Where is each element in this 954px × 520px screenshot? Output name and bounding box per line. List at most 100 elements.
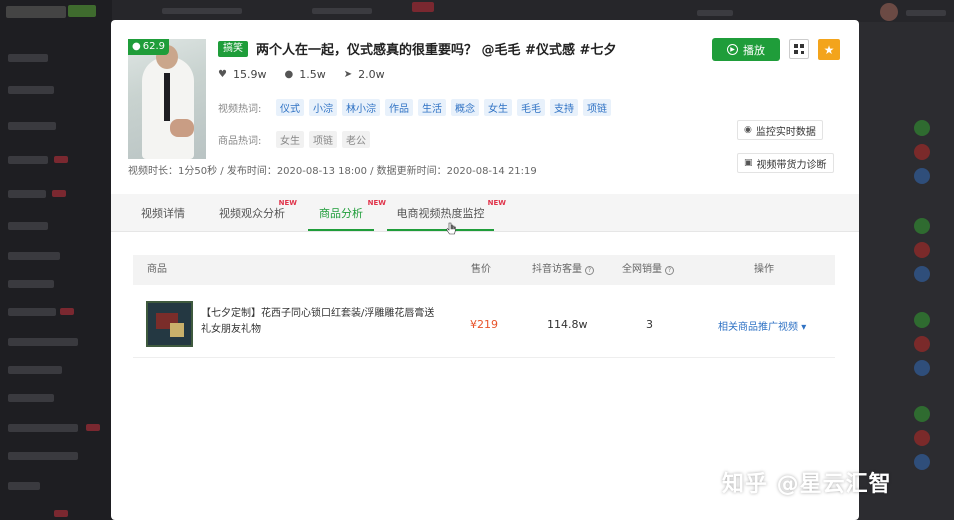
video-keyword[interactable]: 概念 bbox=[451, 99, 479, 116]
score-value: 62.9 bbox=[142, 41, 165, 52]
background-topbar-text bbox=[312, 8, 372, 14]
help-icon[interactable]: ? bbox=[585, 265, 594, 275]
comments-value: 1.5w bbox=[299, 68, 326, 81]
tab-ecommerce-heat-monitor[interactable]: 电商视频热度监控 NEW bbox=[387, 194, 506, 232]
background-nav-item bbox=[8, 482, 40, 490]
monitor-realtime-button[interactable]: ◉ 监控实时数据 bbox=[737, 120, 823, 140]
background-nav-item bbox=[8, 394, 54, 402]
score-badge: ● 62.9 bbox=[128, 39, 169, 55]
heart-icon: ♥ bbox=[218, 69, 227, 80]
watermark: 知乎 @星云汇智 bbox=[722, 472, 892, 497]
diagnose-button[interactable]: ▣ 视频带货力诊断 bbox=[737, 153, 834, 173]
video-keywords-row: 视频热词: 仪式 小淙 林小淙 作品 生活 概念 女生 毛毛 支持 项链 bbox=[218, 99, 616, 116]
tab-label: 电商视频热度监控 bbox=[396, 207, 485, 220]
tab-video-details[interactable]: 视频详情 bbox=[141, 194, 185, 232]
background-nav-item bbox=[8, 156, 48, 164]
thumbnail-product-lipstick bbox=[170, 323, 184, 337]
video-keyword[interactable]: 支持 bbox=[550, 99, 578, 116]
background-right-panel bbox=[860, 22, 954, 520]
video-stats: ♥ 15.9w ● 1.5w ➤ 2.0w bbox=[218, 68, 385, 81]
background-nav-tag bbox=[54, 510, 68, 517]
qr-code-icon bbox=[794, 44, 804, 54]
product-sales: 3 bbox=[646, 318, 653, 331]
background-nav-item bbox=[8, 452, 78, 460]
background-nav-item bbox=[8, 308, 56, 316]
background-nav-tag bbox=[60, 308, 74, 315]
background-nav-item bbox=[8, 338, 78, 346]
video-meta-line: 视频时长：1分50秒 / 发布时间：2020-08-13 18:00 / 数据更… bbox=[128, 166, 537, 177]
header-sales[interactable]: 全网销量 ? bbox=[622, 255, 674, 285]
header-actions: 操作 bbox=[754, 264, 774, 275]
background-nav-item bbox=[8, 122, 56, 130]
monitor-icon: ◉ bbox=[744, 125, 752, 135]
background-logo bbox=[6, 6, 66, 18]
video-keyword[interactable]: 毛毛 bbox=[517, 99, 545, 116]
background-dot bbox=[914, 218, 930, 234]
tab-product-analysis[interactable]: 商品分析 NEW bbox=[308, 194, 386, 232]
hover-tab-underline bbox=[387, 229, 494, 231]
fire-icon: ● bbox=[132, 41, 141, 52]
product-price: ¥219 bbox=[470, 318, 498, 331]
background-nav-item bbox=[8, 366, 62, 374]
monitor-button-label: 监控实时数据 bbox=[755, 126, 816, 138]
category-tag: 搞笑 bbox=[218, 41, 248, 57]
tab-label: 商品分析 bbox=[319, 207, 363, 220]
play-icon: ▶ bbox=[727, 44, 738, 55]
background-nav-item bbox=[8, 54, 48, 62]
background-nav-item bbox=[8, 190, 46, 198]
product-keyword[interactable]: 老公 bbox=[342, 131, 370, 148]
background-logo-badge bbox=[68, 5, 96, 17]
related-promo-videos-link[interactable]: 相关商品推广视频 ▾ bbox=[718, 318, 806, 333]
background-topbar-text bbox=[162, 8, 242, 14]
video-cover[interactable] bbox=[128, 39, 206, 159]
background-dot bbox=[914, 120, 930, 136]
header-sales-label: 全网销量 bbox=[622, 264, 662, 275]
video-keyword[interactable]: 女生 bbox=[484, 99, 512, 116]
play-button[interactable]: ▶ 播放 bbox=[712, 38, 780, 61]
product-visits: 114.8w bbox=[547, 318, 588, 331]
video-keyword[interactable]: 项链 bbox=[583, 99, 611, 116]
video-keyword[interactable]: 仪式 bbox=[276, 99, 304, 116]
background-nav-tag bbox=[52, 190, 66, 197]
header-product: 商品 bbox=[147, 264, 167, 275]
background-dot bbox=[914, 430, 930, 446]
product-keywords-row: 商品热词: 女生 项链 老公 bbox=[218, 131, 375, 148]
background-dot bbox=[914, 312, 930, 328]
help-icon[interactable]: ? bbox=[665, 265, 674, 275]
background-nav-item bbox=[8, 280, 54, 288]
detail-tabs: 视频详情 视频观众分析 NEW 商品分析 NEW 电商视频热度监控 NEW bbox=[111, 194, 859, 232]
video-keyword[interactable]: 作品 bbox=[385, 99, 413, 116]
header-visits-label: 抖音访客量 bbox=[532, 264, 582, 275]
chevron-down-icon: ▾ bbox=[801, 322, 807, 333]
background-nav-item bbox=[8, 222, 48, 230]
shares-value: 2.0w bbox=[358, 68, 385, 81]
tab-label: 视频详情 bbox=[141, 207, 185, 220]
video-keyword[interactable]: 林小淙 bbox=[342, 99, 380, 116]
new-badge: NEW bbox=[278, 199, 297, 207]
background-dot bbox=[914, 360, 930, 376]
header-visits[interactable]: 抖音访客量 ? bbox=[532, 255, 594, 285]
favorite-button[interactable]: ★ bbox=[818, 39, 840, 60]
play-button-label: 播放 bbox=[743, 43, 765, 57]
product-keyword[interactable]: 女生 bbox=[276, 131, 304, 148]
qr-code-button[interactable] bbox=[789, 39, 809, 59]
video-keyword[interactable]: 小淙 bbox=[309, 99, 337, 116]
likes-value: 15.9w bbox=[232, 68, 267, 81]
background-dot bbox=[914, 454, 930, 470]
background-dot bbox=[914, 144, 930, 160]
product-keyword[interactable]: 项链 bbox=[309, 131, 337, 148]
background-dot bbox=[914, 336, 930, 352]
product-thumbnail[interactable] bbox=[146, 301, 193, 347]
video-detail-modal: ● 62.9 搞笑 两个人在一起，仪式感真的很重要吗？ @毛毛 #仪式感 #七夕… bbox=[111, 20, 859, 520]
comments-stat: ● 1.5w bbox=[284, 68, 325, 81]
product-name[interactable]: 【七夕定制】花西子同心锁口红套装/浮雕雕花唇膏送礼女朋友礼物 bbox=[201, 306, 441, 338]
video-keyword[interactable]: 生活 bbox=[418, 99, 446, 116]
hand-cursor-icon bbox=[446, 222, 456, 235]
diagnose-button-label: 视频带货力诊断 bbox=[756, 159, 827, 171]
background-sidebar bbox=[0, 0, 112, 520]
cover-tie bbox=[164, 73, 170, 121]
background-topbar-text bbox=[697, 10, 733, 16]
tab-audience-analysis[interactable]: 视频观众分析 NEW bbox=[219, 194, 297, 232]
shares-stat: ➤ 2.0w bbox=[344, 68, 385, 81]
related-promo-videos-label: 相关商品推广视频 bbox=[718, 322, 798, 333]
